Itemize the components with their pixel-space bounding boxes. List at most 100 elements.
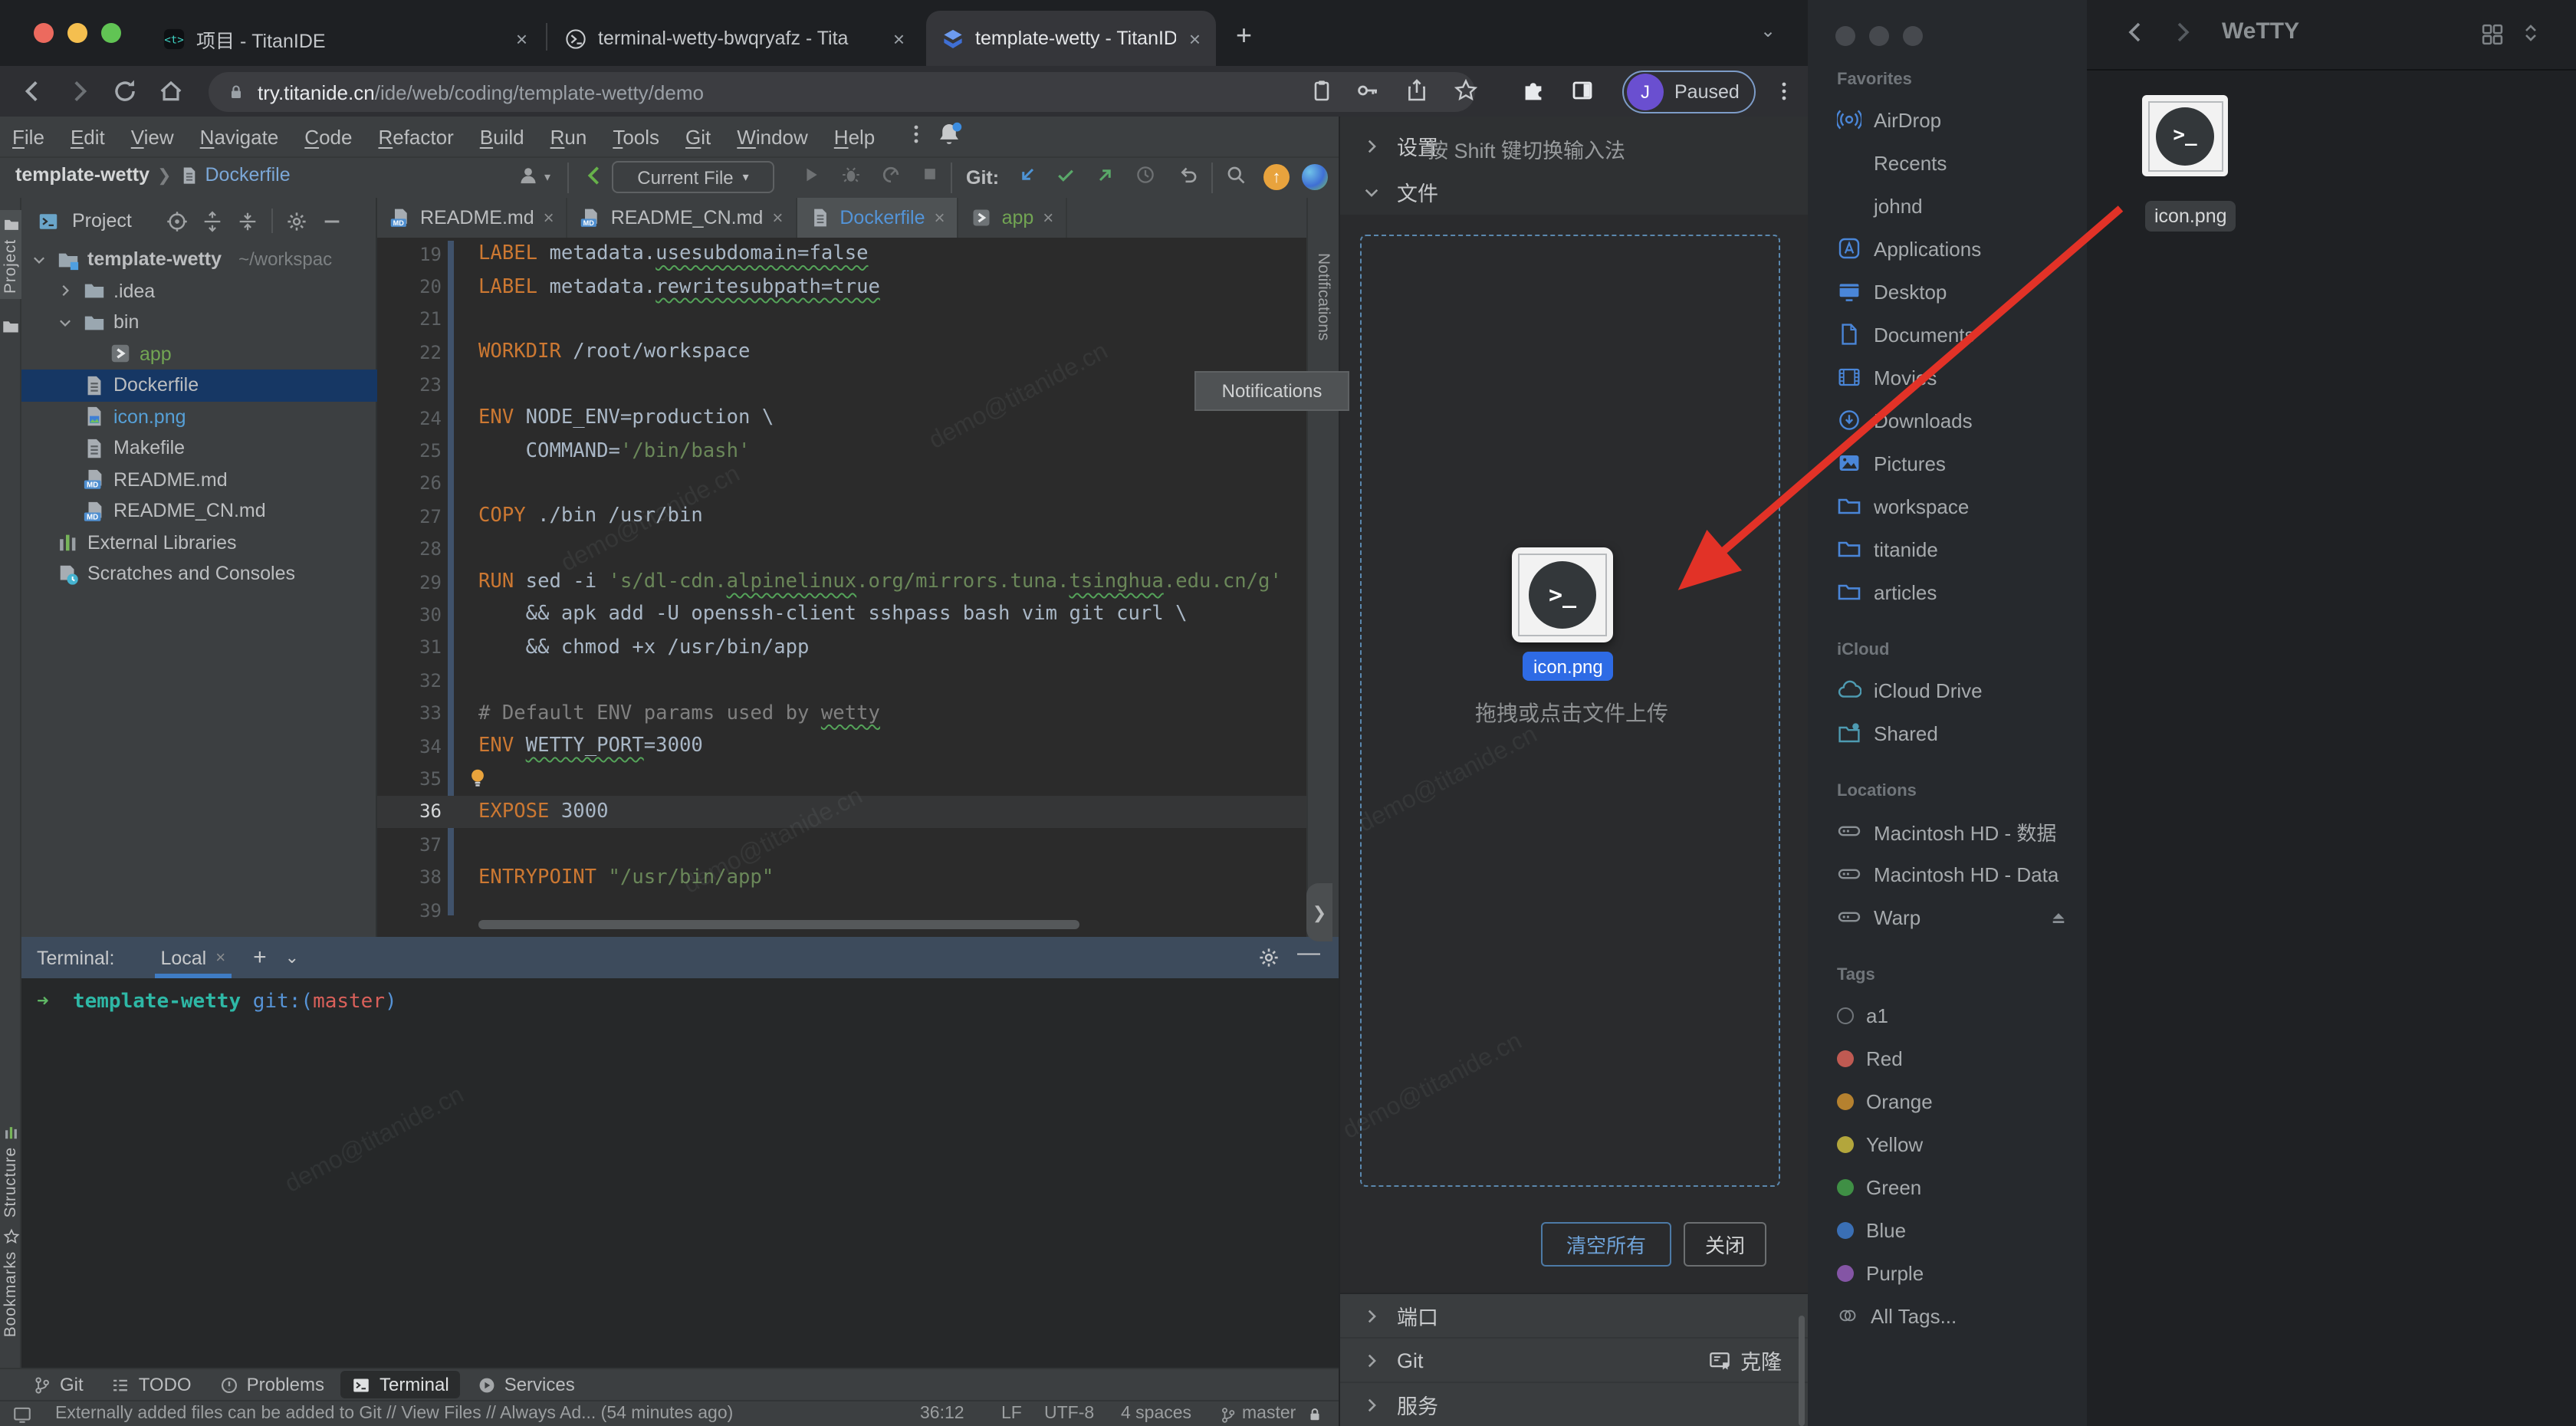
terminal-output[interactable]: ➜ template-wetty git:(master): [21, 978, 1339, 1368]
close-icon[interactable]: ×: [935, 207, 945, 228]
browser-tab[interactable]: template-wetty - TitanIDE×: [926, 11, 1216, 66]
ide-features-sphere-icon[interactable]: [1302, 164, 1328, 190]
user-dropdown-chevron-icon[interactable]: ▾: [544, 170, 550, 184]
finder-file-icon-png[interactable]: >_: [2142, 95, 2228, 176]
close-icon[interactable]: ×: [544, 207, 554, 228]
tree-item-readme.md[interactable]: MDREADME.md: [21, 464, 377, 495]
sidebar-item-yellow[interactable]: Yellow: [1808, 1122, 2087, 1165]
notifications-stripe-tab[interactable]: Notifications: [1314, 253, 1332, 340]
profiler-icon[interactable]: [880, 164, 902, 186]
browser-tab[interactable]: <t>项目 - TitanIDE×: [147, 11, 543, 66]
breadcrumb-file[interactable]: Dockerfile: [205, 164, 291, 186]
finder-close-button[interactable]: [1835, 26, 1855, 46]
status-message[interactable]: Externally added files can be added to G…: [55, 1405, 733, 1423]
sidebar-item-recents[interactable]: Recents: [1808, 141, 2087, 184]
clipboard-icon[interactable]: [1309, 78, 1334, 103]
forward-icon[interactable]: [66, 78, 92, 104]
menu-item-code[interactable]: Code: [304, 125, 352, 148]
debug-icon[interactable]: [840, 164, 862, 186]
sidebar-item-orange[interactable]: Orange: [1808, 1079, 2087, 1122]
hide-panel-icon[interactable]: [320, 209, 343, 232]
sidebar-item-documents[interactable]: Documents: [1808, 313, 2087, 356]
tab-close-icon[interactable]: ×: [516, 27, 527, 50]
panel-scrollbar[interactable]: [1799, 1316, 1805, 1426]
load-changes-icon[interactable]: [583, 164, 606, 187]
sidebar-item-macintosh-hd-data[interactable]: Macintosh HD - Data: [1808, 853, 2087, 895]
code-line-19[interactable]: 19LABEL metadata.usesubdomain=false: [377, 238, 1306, 271]
locate-file-icon[interactable]: [166, 209, 189, 232]
home-icon[interactable]: [158, 78, 184, 104]
expand-panel-chevron[interactable]: ❯: [1306, 883, 1332, 941]
git-commit-icon[interactable]: [1055, 164, 1076, 186]
finder-zoom-button[interactable]: [1903, 26, 1923, 46]
panel-section-服务[interactable]: 服务: [1340, 1383, 1809, 1426]
rollback-icon[interactable]: [1178, 164, 1199, 186]
reload-icon[interactable]: [112, 78, 138, 104]
editor-horizontal-scrollbar[interactable]: [478, 920, 1079, 929]
tree-item-.idea[interactable]: .idea: [21, 275, 377, 307]
update-available-icon[interactable]: ↑: [1263, 164, 1290, 190]
tab-close-icon[interactable]: ×: [1189, 27, 1201, 50]
menu-item-run[interactable]: Run: [550, 125, 587, 148]
new-tab-button[interactable]: +: [1236, 20, 1252, 52]
finder-file-name[interactable]: icon.png: [2145, 201, 2236, 232]
tool-window-button-terminal[interactable]: Terminal: [341, 1371, 460, 1398]
back-icon[interactable]: [20, 78, 46, 104]
code-line-38[interactable]: 38ENTRYPOINT "/usr/bin/app": [377, 861, 1306, 894]
tree-item-dockerfile[interactable]: Dockerfile: [21, 370, 377, 401]
line-ending[interactable]: LF: [1001, 1405, 1022, 1423]
sidebar-item-all-tags-[interactable]: All Tags...: [1808, 1294, 2087, 1337]
menu-item-help[interactable]: Help: [834, 125, 876, 148]
gear-icon[interactable]: [285, 209, 308, 232]
breadcrumb[interactable]: template-wetty ❯ Dockerfile: [15, 164, 291, 186]
menu-item-build[interactable]: Build: [480, 125, 524, 148]
sidebar-toggle-icon[interactable]: [1570, 78, 1595, 103]
git-push-icon[interactable]: [1095, 164, 1116, 186]
user-icon[interactable]: [517, 164, 540, 187]
history-icon[interactable]: [1135, 164, 1156, 186]
expand-all-icon[interactable]: [201, 209, 224, 232]
breadcrumb-project[interactable]: template-wetty: [15, 164, 150, 186]
code-line-28[interactable]: 28: [377, 533, 1306, 566]
file-encoding[interactable]: UTF-8: [1044, 1405, 1094, 1423]
code-line-36[interactable]: 36EXPOSE 3000: [377, 795, 1306, 828]
tree-item-bin[interactable]: bin: [21, 307, 377, 338]
sidebar-item-pictures[interactable]: Pictures: [1808, 442, 2087, 485]
code-line-21[interactable]: 21: [377, 304, 1306, 337]
address-bar[interactable]: try.titanide.cn/ide/web/coding/template-…: [209, 72, 1475, 112]
code-line-31[interactable]: 31 && chmod +x /usr/bin/app: [377, 631, 1306, 664]
tool-stripe-bookmarks[interactable]: Bookmarks: [0, 1222, 21, 1343]
close-icon[interactable]: ×: [215, 948, 225, 967]
finder-forward-icon[interactable]: [2170, 20, 2194, 44]
menu-item-window[interactable]: Window: [737, 125, 808, 148]
code-line-35[interactable]: 35: [377, 763, 1306, 796]
menu-item-tools[interactable]: Tools: [613, 125, 659, 148]
tree-item-external-libraries[interactable]: External Libraries: [21, 527, 377, 558]
terminal-settings-gear-icon[interactable]: [1257, 946, 1280, 969]
code-line-30[interactable]: 30 && apk add -U openssh-client sshpass …: [377, 599, 1306, 632]
sidebar-item-downloads[interactable]: Downloads: [1808, 399, 2087, 442]
menu-item-navigate[interactable]: Navigate: [200, 125, 279, 148]
run-icon[interactable]: [800, 164, 822, 186]
sort-chevrons-icon[interactable]: [2519, 21, 2542, 44]
menu-item-refactor[interactable]: Refactor: [378, 125, 453, 148]
menu-item-file[interactable]: File: [12, 125, 44, 148]
chevron-right-icon[interactable]: [57, 283, 74, 300]
code-editor[interactable]: 19LABEL metadata.usesubdomain=false20LAB…: [377, 238, 1306, 1053]
chevron-down-icon[interactable]: [57, 314, 74, 331]
code-line-26[interactable]: 26: [377, 467, 1306, 500]
code-line-27[interactable]: 27COPY ./bin /usr/bin: [377, 500, 1306, 533]
sidebar-item-shared[interactable]: Shared: [1808, 711, 2087, 754]
editor-tab-readme_cn.md[interactable]: MDREADME_CN.md×: [568, 198, 797, 238]
code-line-22[interactable]: 22WORKDIR /root/workspace: [377, 336, 1306, 369]
sidebar-item-warp[interactable]: Warp: [1808, 895, 2087, 938]
close-button[interactable]: 关闭: [1684, 1222, 1766, 1267]
profile-chip[interactable]: J Paused: [1622, 71, 1756, 113]
sidebar-item-workspace[interactable]: workspace: [1808, 485, 2087, 527]
finder-back-icon[interactable]: [2124, 20, 2148, 44]
window-minimize-button[interactable]: [67, 23, 87, 43]
bookmark-star-icon[interactable]: [1454, 78, 1478, 103]
sidebar-item-blue[interactable]: Blue: [1808, 1208, 2087, 1251]
notifications-bell-icon[interactable]: [935, 121, 963, 149]
window-close-button[interactable]: [34, 23, 54, 43]
